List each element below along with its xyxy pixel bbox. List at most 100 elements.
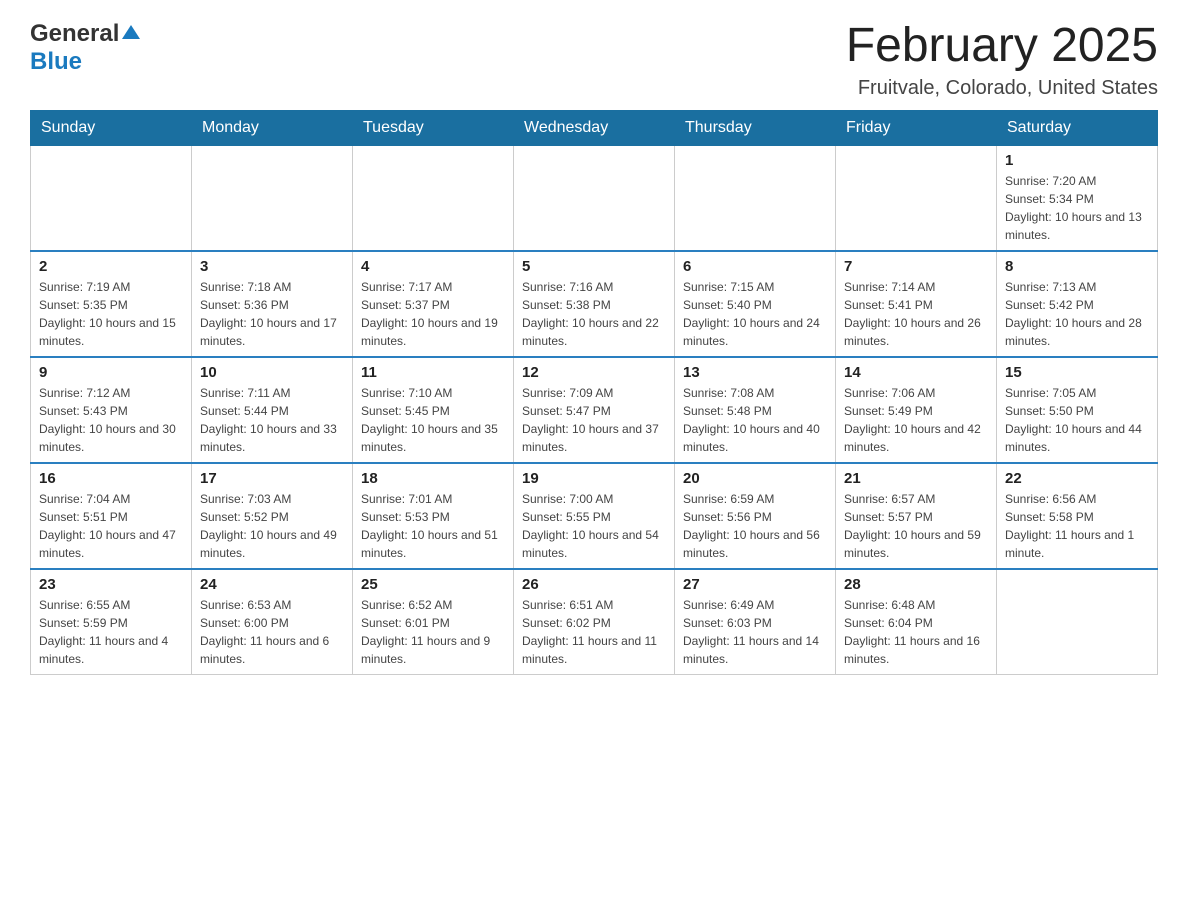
table-row: 24 Sunrise: 6:53 AMSunset: 6:00 PMDayligh… xyxy=(192,569,353,675)
day-number: 13 xyxy=(683,364,827,381)
day-number: 9 xyxy=(39,364,183,381)
table-row: 13 Sunrise: 7:08 AMSunset: 5:48 PMDayligh… xyxy=(675,357,836,463)
table-row: 2Sunrise: 7:19 AMSunset: 5:35 PMDaylight… xyxy=(31,251,192,357)
day-info: Sunrise: 6:55 AMSunset: 5:59 PMDaylight:… xyxy=(39,596,183,668)
header-monday: Monday xyxy=(192,110,353,145)
table-row: 6Sunrise: 7:15 AMSunset: 5:40 PMDaylight… xyxy=(675,251,836,357)
table-row: 12 Sunrise: 7:09 AMSunset: 5:47 PMDayligh… xyxy=(514,357,675,463)
table-row: 18 Sunrise: 7:01 AMSunset: 5:53 PMDayligh… xyxy=(353,463,514,569)
day-info: Sunrise: 6:59 AMSunset: 5:56 PMDaylight:… xyxy=(683,490,827,562)
calendar-week-row: 2Sunrise: 7:19 AMSunset: 5:35 PMDaylight… xyxy=(31,251,1158,357)
day-number: 1 xyxy=(1005,152,1149,169)
day-number: 23 xyxy=(39,576,183,593)
day-number: 20 xyxy=(683,470,827,487)
table-row: 21 Sunrise: 6:57 AMSunset: 5:57 PMDayligh… xyxy=(836,463,997,569)
table-row: 19 Sunrise: 7:00 AMSunset: 5:55 PMDayligh… xyxy=(514,463,675,569)
table-row xyxy=(192,145,353,251)
table-row xyxy=(353,145,514,251)
day-number: 25 xyxy=(361,576,505,593)
day-info: Sunrise: 7:13 AMSunset: 5:42 PMDaylight:… xyxy=(1005,278,1149,350)
table-row: 1 Sunrise: 7:20 AMSunset: 5:34 PMDaylight… xyxy=(997,145,1158,251)
header-thursday: Thursday xyxy=(675,110,836,145)
table-row: 10 Sunrise: 7:11 AMSunset: 5:44 PMDayligh… xyxy=(192,357,353,463)
calendar-week-row: 23 Sunrise: 6:55 AMSunset: 5:59 PMDayligh… xyxy=(31,569,1158,675)
day-info: Sunrise: 7:06 AMSunset: 5:49 PMDaylight:… xyxy=(844,384,988,456)
calendar-week-row: 9 Sunrise: 7:12 AMSunset: 5:43 PMDaylight… xyxy=(31,357,1158,463)
day-info: Sunrise: 7:14 AMSunset: 5:41 PMDaylight:… xyxy=(844,278,988,350)
day-info: Sunrise: 6:57 AMSunset: 5:57 PMDaylight:… xyxy=(844,490,988,562)
table-row: 7Sunrise: 7:14 AMSunset: 5:41 PMDaylight… xyxy=(836,251,997,357)
day-info: Sunrise: 6:51 AMSunset: 6:02 PMDaylight:… xyxy=(522,596,666,668)
header-saturday: Saturday xyxy=(997,110,1158,145)
day-number: 8 xyxy=(1005,258,1149,275)
day-info: Sunrise: 6:49 AMSunset: 6:03 PMDaylight:… xyxy=(683,596,827,668)
header-sunday: Sunday xyxy=(31,110,192,145)
header-tuesday: Tuesday xyxy=(353,110,514,145)
table-row: 5 Sunrise: 7:16 AMSunset: 5:38 PMDaylight… xyxy=(514,251,675,357)
day-info: Sunrise: 7:05 AMSunset: 5:50 PMDaylight:… xyxy=(1005,384,1149,456)
day-info: Sunrise: 7:04 AMSunset: 5:51 PMDaylight:… xyxy=(39,490,183,562)
calendar-week-row: 1 Sunrise: 7:20 AMSunset: 5:34 PMDaylight… xyxy=(31,145,1158,251)
day-number: 27 xyxy=(683,576,827,593)
day-info: Sunrise: 7:11 AMSunset: 5:44 PMDaylight:… xyxy=(200,384,344,456)
day-info: Sunrise: 7:03 AMSunset: 5:52 PMDaylight:… xyxy=(200,490,344,562)
day-number: 14 xyxy=(844,364,988,381)
day-number: 11 xyxy=(361,364,505,381)
day-number: 2 xyxy=(39,258,183,275)
day-number: 12 xyxy=(522,364,666,381)
day-number: 26 xyxy=(522,576,666,593)
table-row xyxy=(675,145,836,251)
day-info: Sunrise: 7:10 AMSunset: 5:45 PMDaylight:… xyxy=(361,384,505,456)
day-number: 3 xyxy=(200,258,344,275)
day-info: Sunrise: 6:48 AMSunset: 6:04 PMDaylight:… xyxy=(844,596,988,668)
calendar-week-row: 16 Sunrise: 7:04 AMSunset: 5:51 PMDayligh… xyxy=(31,463,1158,569)
table-row xyxy=(31,145,192,251)
day-info: Sunrise: 7:18 AMSunset: 5:36 PMDaylight:… xyxy=(200,278,344,350)
table-row: 17Sunrise: 7:03 AMSunset: 5:52 PMDayligh… xyxy=(192,463,353,569)
logo-blue-text: Blue xyxy=(30,48,82,75)
day-info: Sunrise: 6:52 AMSunset: 6:01 PMDaylight:… xyxy=(361,596,505,668)
day-info: Sunrise: 7:20 AMSunset: 5:34 PMDaylight:… xyxy=(1005,172,1149,244)
day-number: 5 xyxy=(522,258,666,275)
location-subtitle: Fruitvale, Colorado, United States xyxy=(846,77,1158,100)
title-section: February 2025 Fruitvale, Colorado, Unite… xyxy=(846,20,1158,100)
table-row xyxy=(836,145,997,251)
day-info: Sunrise: 7:12 AMSunset: 5:43 PMDaylight:… xyxy=(39,384,183,456)
table-row: 11 Sunrise: 7:10 AMSunset: 5:45 PMDayligh… xyxy=(353,357,514,463)
day-number: 21 xyxy=(844,470,988,487)
day-info: Sunrise: 6:56 AMSunset: 5:58 PMDaylight:… xyxy=(1005,490,1149,562)
day-info: Sunrise: 7:09 AMSunset: 5:47 PMDaylight:… xyxy=(522,384,666,456)
day-info: Sunrise: 7:00 AMSunset: 5:55 PMDaylight:… xyxy=(522,490,666,562)
table-row: 16 Sunrise: 7:04 AMSunset: 5:51 PMDayligh… xyxy=(31,463,192,569)
page-header: General Blue February 2025 Fruitvale, Co… xyxy=(30,20,1158,100)
weekday-header-row: Sunday Monday Tuesday Wednesday Thursday… xyxy=(31,110,1158,145)
day-info: Sunrise: 7:01 AMSunset: 5:53 PMDaylight:… xyxy=(361,490,505,562)
day-number: 24 xyxy=(200,576,344,593)
table-row: 23 Sunrise: 6:55 AMSunset: 5:59 PMDayligh… xyxy=(31,569,192,675)
table-row: 26 Sunrise: 6:51 AMSunset: 6:02 PMDayligh… xyxy=(514,569,675,675)
day-info: Sunrise: 7:15 AMSunset: 5:40 PMDaylight:… xyxy=(683,278,827,350)
table-row: 15Sunrise: 7:05 AMSunset: 5:50 PMDayligh… xyxy=(997,357,1158,463)
header-wednesday: Wednesday xyxy=(514,110,675,145)
table-row: 20 Sunrise: 6:59 AMSunset: 5:56 PMDayligh… xyxy=(675,463,836,569)
day-number: 16 xyxy=(39,470,183,487)
day-number: 10 xyxy=(200,364,344,381)
table-row: 27 Sunrise: 6:49 AMSunset: 6:03 PMDayligh… xyxy=(675,569,836,675)
logo-general-text: General xyxy=(30,20,119,48)
day-number: 18 xyxy=(361,470,505,487)
table-row xyxy=(514,145,675,251)
day-info: Sunrise: 7:08 AMSunset: 5:48 PMDaylight:… xyxy=(683,384,827,456)
table-row: 9 Sunrise: 7:12 AMSunset: 5:43 PMDaylight… xyxy=(31,357,192,463)
table-row xyxy=(997,569,1158,675)
table-row: 22 Sunrise: 6:56 AMSunset: 5:58 PMDayligh… xyxy=(997,463,1158,569)
day-number: 22 xyxy=(1005,470,1149,487)
month-title: February 2025 xyxy=(846,20,1158,73)
day-info: Sunrise: 7:16 AMSunset: 5:38 PMDaylight:… xyxy=(522,278,666,350)
day-info: Sunrise: 6:53 AMSunset: 6:00 PMDaylight:… xyxy=(200,596,344,668)
calendar-table: Sunday Monday Tuesday Wednesday Thursday… xyxy=(30,110,1158,675)
day-number: 19 xyxy=(522,470,666,487)
day-number: 4 xyxy=(361,258,505,275)
table-row: 25 Sunrise: 6:52 AMSunset: 6:01 PMDayligh… xyxy=(353,569,514,675)
table-row: 14 Sunrise: 7:06 AMSunset: 5:49 PMDayligh… xyxy=(836,357,997,463)
table-row: 3 Sunrise: 7:18 AMSunset: 5:36 PMDaylight… xyxy=(192,251,353,357)
